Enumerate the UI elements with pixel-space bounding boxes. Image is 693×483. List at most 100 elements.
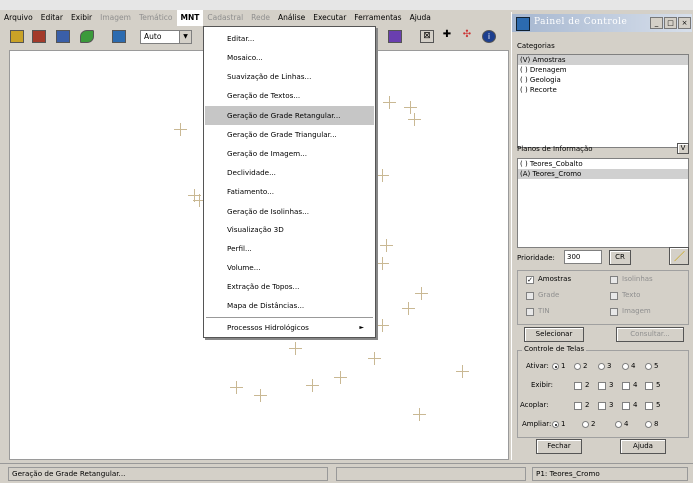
fechar-button[interactable]: Fechar [536,439,582,454]
screen-number: 2 [585,381,590,389]
zoom-window-icon[interactable]: ⊠ [420,30,434,43]
close-icon[interactable]: × [678,17,691,29]
selecionar-button[interactable]: Selecionar [524,327,584,342]
ativar-radio-2[interactable] [574,363,581,370]
cr-button[interactable]: CR [609,250,631,265]
sample-point [415,287,428,300]
panel-titlebar[interactable]: Painel de Controle _ □ × [512,14,692,32]
menu-cadastral[interactable]: Cadastral [203,10,247,26]
grade-checkbox[interactable] [526,292,534,300]
chevron-down-icon[interactable]: ▼ [179,31,191,43]
categorias-label: Categorias [517,42,555,50]
color-edit-button[interactable]: ／ [669,247,689,265]
list-item[interactable]: (A) Teores_Cromo [518,169,688,179]
layers-icon[interactable] [56,30,70,43]
amostras-checkbox[interactable]: ✓ [526,276,534,284]
ampliar-number: 8 [654,420,659,428]
acoplar-checkbox-5[interactable] [645,402,653,410]
menu-analise[interactable]: Análise [274,10,309,26]
planos-list[interactable]: ( ) Teores_Cobalto (A) Teores_Cromo [517,158,689,248]
status-message: Geração de Grade Retangular... [8,467,328,481]
database-icon[interactable] [10,30,24,43]
menu-item-geracao-textos[interactable]: Geração de Textos... [205,86,374,105]
list-item[interactable]: ( ) Geologia [518,75,688,85]
menu-ajuda[interactable]: Ajuda [406,10,435,26]
menu-item-isolinhas[interactable]: Geração de Isolinhas... [205,202,374,221]
ampliar-radio-8[interactable] [645,421,652,428]
menu-item-geracao-imagem[interactable]: Geração de Imagem... [205,144,374,163]
categorias-list[interactable]: (V) Amostras ( ) Drenagem ( ) Geologia (… [517,54,689,148]
list-item[interactable]: (V) Amostras [518,55,688,65]
screen-number: 4 [633,381,638,389]
navigate-icon[interactable] [112,30,126,43]
list-item[interactable]: ( ) Drenagem [518,65,688,75]
menu-item-suavizacao[interactable]: Suavização de Linhas... [205,67,374,86]
ativar-radio-5[interactable] [645,363,652,370]
exibir-checkbox-4[interactable] [622,382,630,390]
pan-icon[interactable]: ✚ [440,30,454,43]
amostras-label: Amostras [538,275,572,283]
display-icon[interactable] [388,30,402,43]
sample-point [289,342,302,355]
menu-item-declividade[interactable]: Declividade... [205,163,374,182]
menu-arquivo[interactable]: Arquivo [0,10,37,26]
prioridade-input[interactable]: 300 [564,250,602,264]
acoplar-checkbox-2[interactable] [574,402,582,410]
ativar-label: Ativar: [526,362,549,370]
tin-checkbox[interactable] [526,308,534,316]
list-item[interactable]: ( ) Recorte [518,85,688,95]
ampliar-radio-2[interactable] [582,421,589,428]
menu-mnt[interactable]: MNT [176,10,204,26]
panel-title: Painel de Controle [534,17,628,27]
info-icon[interactable]: i [482,30,496,43]
texto-checkbox[interactable] [610,292,618,300]
menu-item-visualizacao-3d[interactable]: Visualização 3D [205,220,374,239]
ampliar-radio-4[interactable] [615,421,622,428]
minimize-icon[interactable]: _ [650,17,663,29]
exibir-checkbox-5[interactable] [645,382,653,390]
zoom-select[interactable]: Auto ▼ [140,30,192,44]
texto-label: Texto [622,291,641,299]
menu-item-fatiamento[interactable]: Fatiamento... [205,182,374,201]
menu-item-grade-retangular[interactable]: Geração de Grade Retangular... [205,106,374,125]
menu-item-processos-hidrologicos[interactable]: Processos Hidrológicos ► [205,318,374,337]
ativar-radio-1[interactable] [552,363,559,370]
edit-icon[interactable] [80,30,94,43]
acoplar-checkbox-4[interactable] [622,402,630,410]
ativar-radio-3[interactable] [598,363,605,370]
menu-item-mosaico[interactable]: Mosaico... [205,48,374,67]
menu-imagem[interactable]: Imagem [96,10,135,26]
cursor-info-icon[interactable]: ✣ [460,30,474,43]
exibir-checkbox-2[interactable] [574,382,582,390]
menu-item-perfil[interactable]: Perfil... [205,239,374,258]
menu-item-extracao-topos[interactable]: Extração de Topos... [205,277,374,296]
imagem-checkbox[interactable] [610,308,618,316]
menu-tematico[interactable]: Temático [135,10,177,26]
isolinhas-checkbox[interactable] [610,276,618,284]
maximize-icon[interactable]: □ [664,17,677,29]
menu-executar[interactable]: Executar [309,10,350,26]
status-coordinates [336,467,526,481]
menubar: Arquivo Editar Exibir Imagem Temático MN… [0,10,510,26]
menu-item-grade-triangular[interactable]: Geração de Grade Triangular... [205,125,374,144]
consultar-button[interactable]: Consultar... [616,327,684,342]
acoplar-checkbox-3[interactable] [598,402,606,410]
exibir-checkbox-3[interactable] [598,382,606,390]
table-icon[interactable] [32,30,46,43]
menu-rede[interactable]: Rede [247,10,274,26]
planos-view-button[interactable]: V [677,143,689,154]
menu-editar[interactable]: Editar [37,10,67,26]
ativar-radio-4[interactable] [622,363,629,370]
ajuda-button[interactable]: Ajuda [620,439,666,454]
menu-item-editar[interactable]: Editar... [205,29,374,48]
menu-item-volume[interactable]: Volume... [205,258,374,277]
sample-point [413,408,426,421]
status-active-layer: P1: Teores_Cromo [532,467,688,481]
menu-exibir[interactable]: Exibir [67,10,96,26]
list-item[interactable]: ( ) Teores_Cobalto [518,159,688,169]
menu-item-mapa-distancias[interactable]: Mapa de Distâncias... [205,296,374,315]
menu-ferramentas[interactable]: Ferramentas [350,10,405,26]
mnt-dropdown-menu: Editar... Mosaico... Suavização de Linha… [203,26,376,338]
ampliar-radio-1[interactable] [552,421,559,428]
exibir-label: Exibir: [531,381,554,389]
